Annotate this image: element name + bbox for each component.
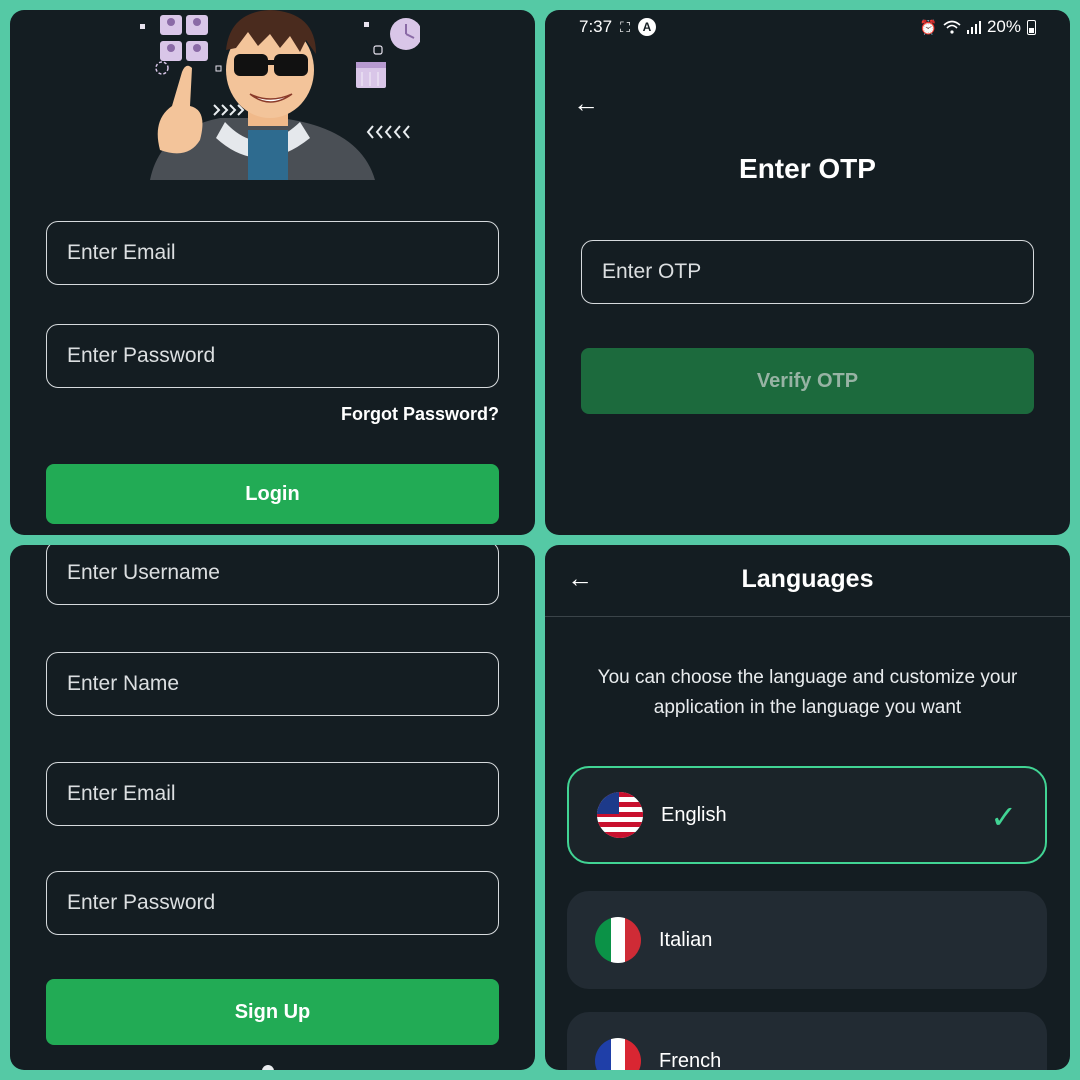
login-button[interactable]: Login bbox=[46, 464, 499, 524]
language-option-italian[interactable]: Italian bbox=[567, 891, 1047, 989]
login-password-field[interactable] bbox=[46, 324, 499, 388]
languages-screen: ← Languages You can choose the language … bbox=[545, 545, 1070, 1070]
signup-username-field[interactable] bbox=[46, 545, 499, 605]
language-label: English bbox=[661, 803, 727, 826]
header-divider bbox=[545, 616, 1070, 617]
check-icon: ✓ bbox=[990, 799, 1017, 835]
signup-screen: Sign Up bbox=[10, 545, 535, 1070]
back-arrow-icon[interactable]: ← bbox=[573, 90, 599, 116]
language-option-english[interactable]: English ✓ bbox=[567, 766, 1047, 864]
signup-password-field[interactable] bbox=[46, 871, 499, 935]
calendar-icon bbox=[356, 62, 386, 88]
user-cards-icon bbox=[140, 15, 222, 75]
login-screen: Forgot Password? Login bbox=[10, 10, 535, 535]
status-time: 7:37 bbox=[579, 17, 613, 36]
wifi-icon bbox=[943, 20, 961, 34]
clock-icon bbox=[364, 18, 420, 55]
chevrons-right-icon bbox=[213, 104, 245, 116]
signup-email-field[interactable] bbox=[46, 762, 499, 826]
page-title: Enter OTP bbox=[739, 153, 876, 184]
otp-screen: 7:37 ⛶ A ⏰ 20% ← Enter OTP Verify OTP bbox=[545, 10, 1070, 535]
france-flag-icon bbox=[595, 1038, 641, 1070]
forgot-password-link[interactable]: Forgot Password? bbox=[341, 404, 499, 425]
signup-button[interactable]: Sign Up bbox=[46, 979, 499, 1045]
alarm-icon: ⏰ bbox=[919, 18, 937, 35]
app-notification-icon: A bbox=[637, 18, 656, 36]
signal-icon bbox=[966, 21, 981, 34]
page-title: Languages bbox=[741, 565, 874, 593]
italy-flag-icon bbox=[595, 917, 641, 963]
language-label: Italian bbox=[659, 928, 713, 951]
login-email-field[interactable] bbox=[46, 221, 499, 285]
signup-name-field[interactable] bbox=[46, 652, 499, 716]
otp-input[interactable] bbox=[581, 240, 1034, 304]
character-avatar bbox=[150, 10, 375, 180]
battery-percent: 20% bbox=[986, 17, 1021, 36]
chevrons-left-icon bbox=[366, 125, 410, 139]
language-option-french[interactable]: French bbox=[567, 1012, 1047, 1070]
login-illustration bbox=[140, 10, 420, 180]
scroll-indicator bbox=[262, 1065, 274, 1070]
battery-icon bbox=[1027, 19, 1036, 35]
languages-description: You can choose the language and customiz… bbox=[597, 667, 1018, 718]
language-label: French bbox=[659, 1049, 722, 1071]
verify-otp-button[interactable]: Verify OTP bbox=[581, 348, 1034, 414]
screenshot-icon: ⛶ bbox=[620, 18, 630, 35]
us-flag-icon bbox=[597, 792, 643, 838]
status-bar: 7:37 ⛶ A ⏰ 20% bbox=[545, 10, 1070, 44]
